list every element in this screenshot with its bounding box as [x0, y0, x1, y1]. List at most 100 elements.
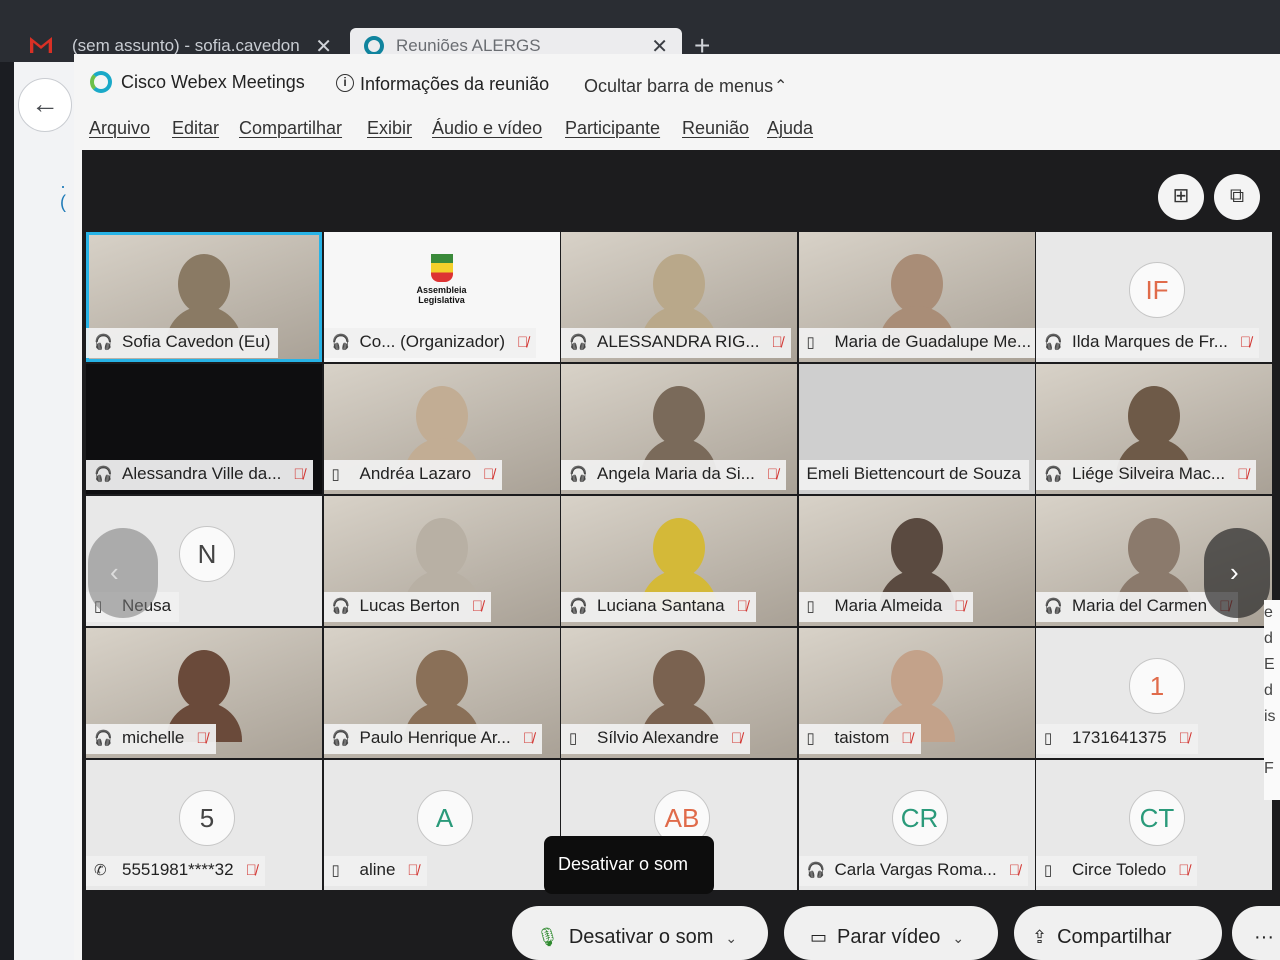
participant-name: Co... (Organizador) — [359, 332, 506, 351]
browser-tab-bar: (sem assunto) - sofia.cavedon ✕ Reuniões… — [0, 0, 1280, 62]
participant-name: Sílvio Alexandre — [597, 728, 719, 747]
chevron-left-icon[interactable]: ‹ — [88, 528, 158, 618]
participant-name-bar: 🎧 Angela Maria da Si... 🎙̸ — [561, 460, 787, 490]
participant-name-bar: 🎧 Sofia Cavedon (Eu) — [86, 328, 279, 358]
grid-view-icon[interactable]: ⊞ — [1158, 174, 1204, 220]
participant-tile[interactable]: 🎧 Alessandra Ville da... 🎙̸ — [86, 364, 322, 494]
participant-tile[interactable]: 🎧 ALESSANDRA RIG... 🎙̸ — [561, 232, 797, 362]
participant-initials: IF — [1129, 262, 1185, 318]
participant-name: Andréa Lazaro — [359, 464, 472, 483]
participant-tile[interactable]: 🎧 Paulo Henrique Ar... 🎙̸ — [323, 628, 560, 758]
participant-tile[interactable]: 🎧 Angela Maria da Si... 🎙̸ — [561, 364, 797, 494]
layout-switch-icon[interactable]: ⧉ — [1214, 174, 1260, 220]
menu-audio-video[interactable]: Áudio e vídeo — [432, 118, 542, 139]
participant-video — [878, 650, 955, 742]
participant-tile[interactable]: ▯ Andréa Lazaro 🎙̸ — [323, 364, 560, 494]
phone-device-icon: ▯ — [1044, 730, 1053, 747]
participant-video — [403, 650, 480, 742]
mute-button[interactable]: 🎙 Desativar o som ⌄ — [512, 906, 768, 960]
webex-logo-icon — [90, 71, 112, 93]
hide-menu-bar-button[interactable]: Ocultar barra de menus — [584, 76, 773, 97]
meeting-info-button[interactable]: Informações da reunião — [360, 74, 549, 95]
participant-tile[interactable]: ▯ Maria de Guadalupe Me... — [798, 232, 1035, 362]
participant-name-bar: ▯ Sílvio Alexandre 🎙̸ — [561, 724, 751, 754]
muted-microphone-icon: 🎙̸ — [1008, 862, 1020, 879]
participant-name: Paulo Henrique Ar... — [359, 728, 511, 747]
participant-name-bar: 🎧 Paulo Henrique Ar... 🎙̸ — [323, 724, 542, 754]
chevron-up-icon[interactable]: ⌃ — [774, 76, 787, 96]
info-icon[interactable]: i — [336, 74, 354, 92]
participant-name: Ilda Marques de Fr... — [1072, 332, 1228, 351]
phone-device-icon: ▯ — [806, 598, 815, 615]
muted-microphone-icon: 🎙̸ — [771, 334, 783, 351]
participant-video — [878, 254, 955, 346]
participant-tile[interactable]: IF 🎧 Ilda Marques de Fr... 🎙̸ — [1036, 232, 1272, 362]
headset-icon: 🎧 — [1044, 466, 1063, 483]
more-options-button[interactable]: ··· — [1232, 906, 1280, 960]
participant-tile[interactable]: 🎧 Liége Silveira Mac... 🎙̸ — [1036, 364, 1272, 494]
participant-name: Sofia Cavedon (Eu) — [122, 332, 271, 351]
participant-name: Maria Almeida — [834, 596, 943, 615]
side-peek-text: is — [1264, 708, 1276, 725]
menu-arquivo[interactable]: Arquivo — [89, 118, 150, 139]
menu-reuniao[interactable]: Reunião — [682, 118, 749, 139]
headset-icon: 🎧 — [331, 598, 351, 615]
participant-tile[interactable]: CT ▯ Circe Toledo 🎙̸ — [1036, 760, 1272, 890]
participant-video — [166, 254, 242, 346]
headset-icon: 🎧 — [569, 466, 588, 483]
page-logo-fragment: ·( — [60, 176, 66, 212]
stop-video-button[interactable]: ▭ Parar vídeo ⌄ — [784, 906, 998, 960]
share-label: Compartilhar — [1057, 926, 1172, 948]
participant-name-bar: ▯ Circe Toledo 🎙̸ — [1036, 856, 1198, 886]
webex-icon — [364, 36, 384, 56]
menu-compartilhar[interactable]: Compartilhar — [239, 118, 342, 139]
participant-initials: A — [416, 790, 473, 846]
stop-video-label: Parar vídeo — [837, 926, 941, 948]
participant-tile[interactable]: ▯ Maria Almeida 🎙̸ — [798, 496, 1035, 626]
phone-call-icon: ✆ — [94, 862, 107, 879]
participant-tile[interactable]: 5 ✆ 5551981****32 🎙̸ — [86, 760, 322, 890]
host-headset-icon: 🎧 — [331, 334, 351, 351]
chevron-down-icon[interactable]: ⌄ — [952, 930, 964, 947]
side-peek-text: e — [1264, 604, 1273, 621]
participant-tile[interactable]: Emeli Biettencourt de Souza — [798, 364, 1035, 494]
participant-name: Maria del Carmen — [1072, 596, 1208, 615]
participant-name-bar: 🎧 Liége Silveira Mac... 🎙̸ — [1036, 460, 1257, 490]
menu-ajuda[interactable]: Ajuda — [767, 118, 813, 139]
participant-tile[interactable]: 🎧 Lucas Berton 🎙̸ — [323, 496, 560, 626]
mute-tooltip: Desativar o som — [544, 836, 714, 894]
chevron-down-icon[interactable]: ⌄ — [725, 930, 737, 947]
participant-name: aline — [359, 860, 396, 879]
headset-icon: 🎧 — [569, 334, 588, 351]
muted-microphone-icon: 🎙̸ — [730, 730, 743, 747]
participant-tile[interactable]: 🎧 Luciana Santana 🎙̸ — [561, 496, 797, 626]
browser-tab-title: Reuniões ALERGS — [396, 36, 541, 55]
back-arrow-icon[interactable]: ← — [18, 78, 72, 132]
participant-tile[interactable]: CR 🎧 Carla Vargas Roma... 🎙̸ — [798, 760, 1035, 890]
menu-exibir[interactable]: Exibir — [367, 118, 412, 139]
mute-label: Desativar o som — [568, 926, 714, 948]
participant-tile[interactable]: 1 ▯ 1731641375 🎙̸ — [1036, 628, 1272, 758]
participant-tile[interactable]: 🎧 michelle 🎙̸ — [86, 628, 322, 758]
chevron-right-icon[interactable]: › — [1204, 528, 1270, 618]
participant-tile[interactable]: A ▯ aline 🎙̸ — [323, 760, 560, 890]
muted-microphone-icon: 🎙̸ — [471, 598, 483, 615]
muted-microphone-icon: 🎙̸ — [483, 466, 495, 483]
menu-bar: Arquivo Editar Compartilhar Exibir Áudio… — [74, 112, 1280, 150]
participant-tile[interactable]: ▯ Sílvio Alexandre 🎙̸ — [561, 628, 797, 758]
participant-tile[interactable]: Assembleia Legislativa 🎧 Co... (Organizado… — [323, 232, 560, 362]
participant-tile[interactable]: 🎧 Sofia Cavedon (Eu) — [86, 232, 322, 362]
share-button[interactable]: ⇪ Compartilhar — [1014, 906, 1222, 960]
participant-name: michelle — [122, 728, 185, 747]
participant-initials: 5 — [179, 790, 235, 846]
browser-tab-title: (sem assunto) - sofia.cavedon — [72, 36, 300, 55]
muted-microphone-icon: 🎙̸ — [293, 466, 305, 483]
muted-microphone-icon: 🎙̸ — [407, 862, 419, 879]
participant-name-bar: ✆ 5551981****32 🎙̸ — [86, 856, 265, 886]
menu-editar[interactable]: Editar — [172, 118, 219, 139]
participant-tile[interactable]: ▯ taistom 🎙̸ — [798, 628, 1035, 758]
phone-device-icon: ▯ — [331, 466, 340, 483]
participant-name-bar: 🎧 Alessandra Ville da... 🎙̸ — [86, 460, 313, 490]
menu-participante[interactable]: Participante — [565, 118, 660, 139]
title-bar: Cisco Webex Meetings i Informações da re… — [74, 54, 1280, 112]
